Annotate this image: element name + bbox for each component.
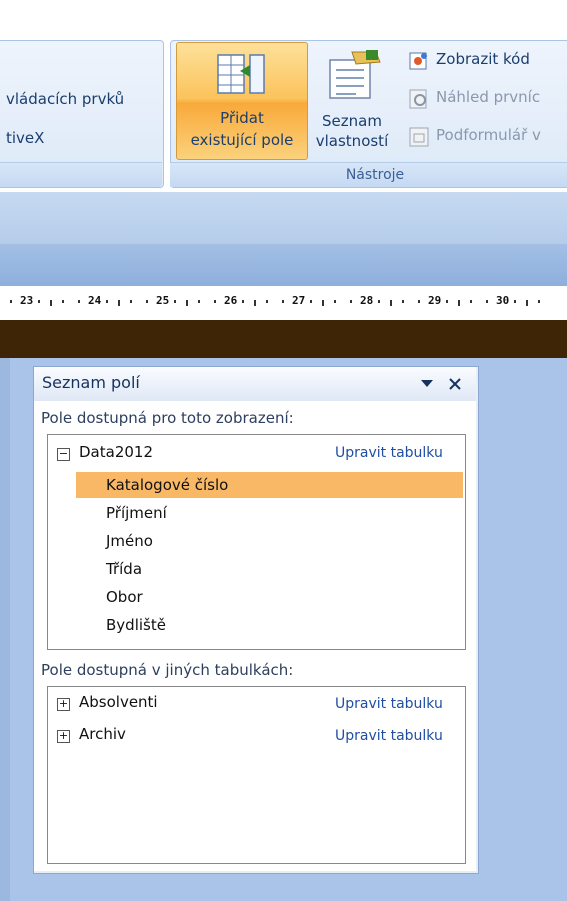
- ruler-tick: [470, 300, 472, 303]
- ruler-tick: [242, 300, 244, 303]
- ruler-tick: [526, 300, 528, 306]
- field-list-title: Seznam polí: [42, 373, 140, 392]
- activex-button[interactable]: tiveX: [6, 129, 44, 147]
- field-list-title-bar[interactable]: Seznam polí: [34, 367, 476, 402]
- ruler-tick: [254, 300, 256, 306]
- field-item-label: Třída: [106, 560, 143, 578]
- ruler-tick: [186, 300, 188, 306]
- add-fields-label-line1: Přidat: [220, 109, 264, 127]
- ruler-tick: [390, 300, 392, 306]
- add-existing-fields-button[interactable]: Přidat existující pole: [176, 42, 308, 160]
- other-table-name: Archiv: [79, 725, 126, 743]
- ruler-tick: [334, 300, 336, 303]
- ruler-tick: [118, 300, 120, 306]
- ruler-tick: [174, 300, 176, 303]
- control-gallery-button[interactable]: vládacích prvků: [6, 90, 124, 108]
- ruler-label: 23: [20, 294, 34, 307]
- ruler-tick: [402, 300, 404, 303]
- ruler-tick: [78, 300, 80, 303]
- ruler-tick: [62, 300, 64, 303]
- ruler-tick: [130, 300, 132, 303]
- expand-icon[interactable]: +: [57, 730, 70, 743]
- ruler-tick: [198, 300, 200, 303]
- other-table-row[interactable]: + Absolventi Upravit tabulku: [48, 693, 465, 719]
- field-item[interactable]: Třída: [76, 556, 463, 582]
- ruler-label: 25: [156, 294, 170, 307]
- view-code-button[interactable]: Zobrazit kód: [406, 48, 567, 74]
- available-fields-heading: Pole dostupná pro toto zobrazení:: [41, 409, 294, 427]
- subform-label: Podformulář v: [436, 126, 541, 144]
- other-table-row[interactable]: + Archiv Upravit tabulku: [48, 725, 465, 751]
- edit-table-link[interactable]: Upravit tabulku: [335, 445, 443, 461]
- preview-first-label: Náhled prvníc: [436, 88, 541, 106]
- other-table-name: Absolventi: [79, 693, 158, 711]
- toolbar-strip: [0, 192, 567, 244]
- preview-first-button: Náhled prvníc: [406, 86, 567, 112]
- ruler-tick: [266, 300, 268, 303]
- available-fields-list[interactable]: − Data2012 Upravit tabulku Katalogové čí…: [47, 434, 466, 650]
- field-item[interactable]: Jméno: [76, 528, 463, 554]
- ruler-tick: [10, 300, 12, 303]
- property-sheet-label-line1: Seznam: [322, 112, 382, 130]
- add-fields-icon: [217, 54, 265, 94]
- ruler-tick: [310, 300, 312, 303]
- ruler-tick: [378, 300, 380, 303]
- field-item-label: Jméno: [106, 532, 153, 550]
- ruler-label: 26: [224, 294, 238, 307]
- ruler-tick: [322, 300, 324, 306]
- ruler-label: 24: [88, 294, 102, 307]
- ruler-label: 29: [428, 294, 442, 307]
- close-icon[interactable]: [448, 377, 462, 391]
- ruler-tick: [146, 300, 148, 303]
- ruler-tick: [106, 300, 108, 303]
- ruler-tick: [538, 300, 540, 303]
- preview-icon: [409, 89, 427, 109]
- field-item[interactable]: Příjmení: [76, 500, 463, 526]
- horizontal-ruler[interactable]: 23 24 25 26 27 28 29 30: [0, 286, 567, 321]
- ruler-label: 27: [292, 294, 306, 307]
- ruler-tick: [282, 300, 284, 303]
- property-sheet-button[interactable]: Seznam vlastností: [306, 42, 398, 158]
- expand-icon[interactable]: +: [57, 698, 70, 711]
- edit-table-link[interactable]: Upravit tabulku: [335, 696, 443, 712]
- field-item-label: Katalogové číslo: [106, 476, 229, 494]
- property-sheet-icon: [329, 50, 381, 99]
- ruler-label: 30: [496, 294, 510, 307]
- controls-group-footer: [0, 162, 162, 187]
- ribbon-top-area: [0, 0, 567, 40]
- ruler-tick: [458, 300, 460, 306]
- tools-group-label: Nástroje: [170, 162, 567, 187]
- form-section-bar: [0, 320, 567, 358]
- view-code-label: Zobrazit kód: [436, 50, 530, 68]
- section-header-strip: [0, 244, 567, 286]
- field-item[interactable]: Obor: [76, 584, 463, 610]
- ruler-tick: [350, 300, 352, 303]
- subform-button: Podformulář v: [406, 124, 567, 150]
- property-sheet-label-line2: vlastností: [315, 132, 389, 150]
- other-tables-list[interactable]: + Absolventi Upravit tabulku + Archiv Upravit…: [47, 686, 466, 864]
- ruler-tick: [514, 300, 516, 303]
- ruler-tick: [50, 300, 52, 306]
- ruler-tick: [446, 300, 448, 303]
- other-tables-heading: Pole dostupná v jiných tabulkách:: [41, 661, 294, 679]
- vertical-ruler: [0, 358, 10, 901]
- field-item[interactable]: Katalogové číslo: [76, 472, 463, 498]
- ruler-tick: [214, 300, 216, 303]
- ruler-label: 28: [360, 294, 374, 307]
- edit-table-link[interactable]: Upravit tabulku: [335, 728, 443, 744]
- field-item-label: Obor: [106, 588, 143, 606]
- ruler-tick: [418, 300, 420, 303]
- ruler-tick: [38, 300, 40, 303]
- field-item-label: Bydliště: [106, 616, 166, 634]
- panel-menu-icon[interactable]: [420, 379, 434, 389]
- subform-icon: [409, 127, 429, 147]
- collapse-icon[interactable]: −: [57, 448, 70, 461]
- view-code-icon: [409, 52, 427, 70]
- field-item[interactable]: Bydliště: [76, 612, 463, 638]
- add-fields-label-line2: existující pole: [190, 131, 294, 149]
- field-item-label: Příjmení: [106, 504, 167, 522]
- table-name: Data2012: [79, 443, 153, 461]
- ruler-tick: [486, 300, 488, 303]
